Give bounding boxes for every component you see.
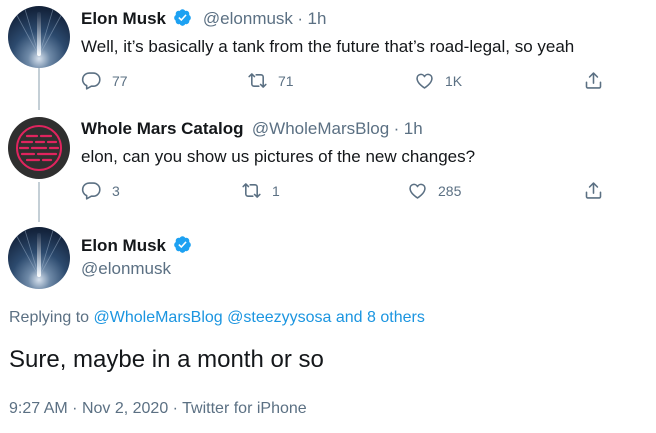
retweet-count: 1 [272,182,280,199]
replying-to: Replying to @WholeMarsBlog @steezyysosa … [9,309,425,327]
separator: · [393,119,400,138]
tweet-date[interactable]: Nov 2, 2020 [82,400,168,417]
share-button[interactable] [583,180,604,201]
reply-count: 3 [112,182,120,199]
thread-line-1 [38,68,40,110]
tweet-header: Whole Mars Catalog @WholeMarsBlog · 1h [81,119,423,139]
display-name[interactable]: Elon Musk [81,9,166,28]
avatar[interactable] [8,6,70,68]
like-icon [409,183,426,199]
display-name[interactable]: Elon Musk [81,236,166,255]
reply-button[interactable]: 77 [81,70,128,91]
handle[interactable]: @elonmusk [81,259,171,279]
verified-badge-icon [174,9,192,26]
display-name[interactable]: Whole Mars Catalog [81,119,243,138]
like-button[interactable]: 285 [407,180,461,201]
reply-icon [81,72,101,90]
retweet-button[interactable]: 1 [241,180,280,201]
handle[interactable]: @elonmusk [203,9,293,28]
like-count: 1K [445,72,463,89]
timestamp[interactable]: 1h [308,9,327,28]
main-tweet-text: Sure, maybe in a month or so [9,346,324,373]
retweet-icon [248,73,267,88]
tweet-text: Well, it’s basically a tank from the fut… [81,37,575,56]
thread-line-2 [38,182,40,222]
tweet-text: elon, can you show us pictures of the ne… [81,147,476,166]
reply-button[interactable]: 3 [81,180,120,201]
timestamp[interactable]: 1h [404,119,423,138]
like-icon [416,73,433,89]
tweet-header: Elon Musk @elonmusk · 1h [81,8,326,29]
mention-link[interactable]: @steezyysosa [227,309,331,326]
like-button[interactable]: 1K [414,70,462,91]
retweet-icon [242,183,261,198]
share-icon [585,72,602,89]
tweet-source[interactable]: Twitter for iPhone [182,400,307,417]
share-button[interactable] [583,70,604,91]
share-icon [585,182,602,199]
main-tweet-header: Elon Musk [81,235,192,256]
handle[interactable]: @WholeMarsBlog [252,119,389,138]
tweet-metadata: 9:27 AM · Nov 2, 2020 · Twitter for iPho… [9,400,307,418]
rocket-beam [37,12,41,56]
mention-link[interactable]: @WholeMarsBlog [94,309,223,326]
avatar[interactable] [8,117,70,179]
avatar[interactable] [8,227,70,289]
reply-count: 77 [112,72,128,89]
tweet-time[interactable]: 9:27 AM [9,400,68,417]
replying-to-label: Replying to [9,309,90,326]
rocket-beam [37,233,41,277]
verified-badge-icon [174,236,192,253]
others-link[interactable]: and 8 others [336,309,425,326]
retweet-button[interactable]: 71 [247,70,294,91]
retweet-count: 71 [278,72,294,89]
whole-mars-logo [16,125,62,171]
separator: · [297,9,304,28]
separator: · [172,400,178,417]
reply-icon [81,182,101,200]
like-count: 285 [438,182,462,199]
separator: · [72,400,78,417]
